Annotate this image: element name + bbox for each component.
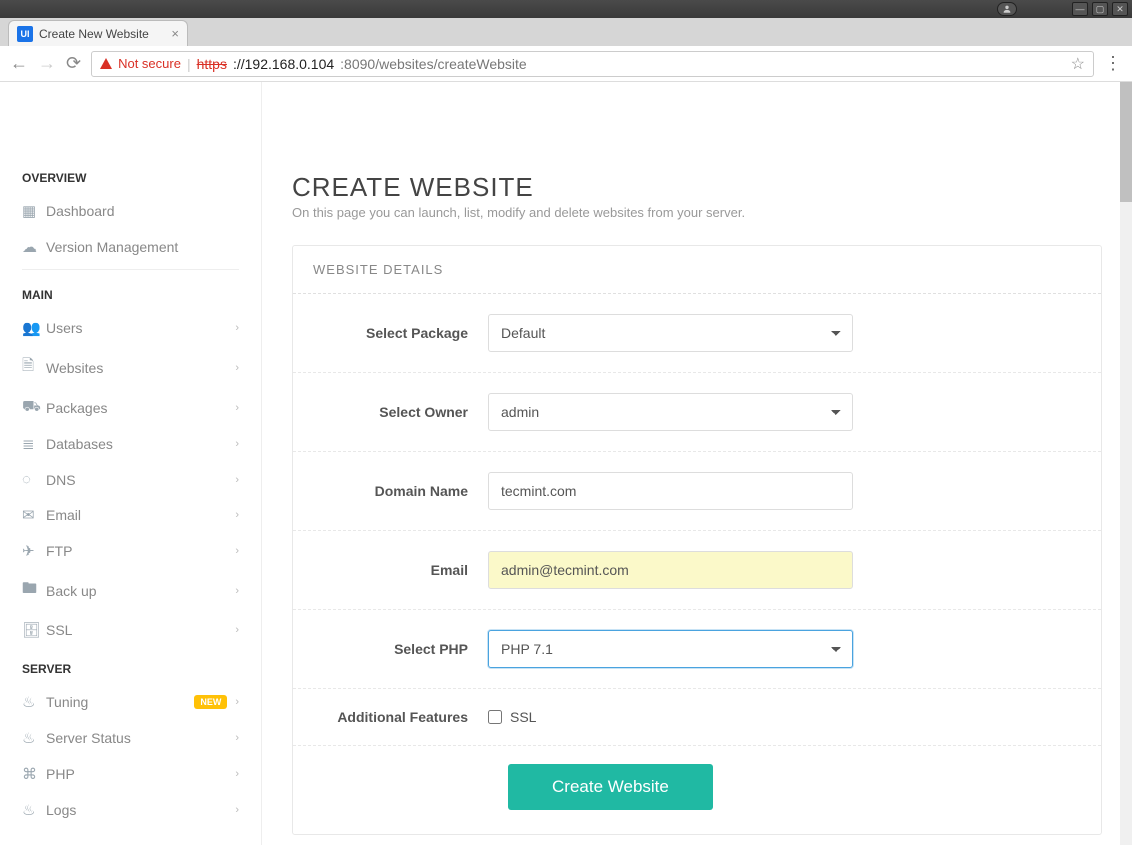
favicon-icon: UI [17,26,33,42]
email-input[interactable] [488,551,853,589]
page-title: CREATE WEBSITE [292,172,1102,203]
tab-close-icon[interactable]: × [171,26,179,41]
database-icon: ≣ [22,435,46,453]
create-website-button[interactable]: Create Website [508,764,713,810]
new-badge: NEW [194,695,227,709]
sidebar-item-ssl[interactable]: 🗄SSL› [0,612,261,648]
php-icon: ⌘ [22,765,46,783]
reload-icon[interactable]: ⟳ [66,53,81,74]
envelope-icon: ✉ [22,506,46,524]
flame-icon: ♨ [22,729,46,747]
chevron-right-icon: › [235,585,239,597]
website-details-card: WEBSITE DETAILS Select Package Default S… [292,245,1102,835]
file-icon: 🗎 [22,355,46,380]
ssl-checkbox[interactable] [488,710,502,724]
chevron-right-icon: › [235,438,239,450]
url-path: :8090/websites/createWebsite [340,56,527,72]
chevron-right-icon: › [235,402,239,414]
box-icon: ⛟ [22,398,46,417]
user-session-icon[interactable] [997,2,1017,16]
plane-icon: ✈ [22,542,46,560]
folder-icon: 🖿 [22,578,46,603]
url-scheme: https [197,56,227,72]
chevron-right-icon: › [235,768,239,780]
forward-icon: → [38,53,56,74]
chevron-right-icon: › [235,624,239,636]
sidebar-item-backup[interactable]: 🖿Back up› [0,569,261,612]
bookmark-star-icon[interactable]: ☆ [1071,54,1085,74]
os-titlebar: — ▢ ✕ [0,0,1132,18]
insecure-warning-icon [100,58,112,69]
card-title: WEBSITE DETAILS [293,246,1101,294]
window-close-icon[interactable]: ✕ [1112,2,1128,16]
label-package: Select Package [313,325,488,341]
back-icon[interactable]: ← [10,53,28,74]
cloud-upload-icon: ☁ [22,238,46,256]
browser-tab[interactable]: UI Create New Website × [8,20,188,46]
browser-tabstrip: UI Create New Website × [0,18,1132,46]
sidebar-item-email[interactable]: ✉Email› [0,497,261,533]
sidebar: OVERVIEW ▦Dashboard ☁Version Management … [0,82,262,845]
sidebar-item-dashboard[interactable]: ▦Dashboard [0,193,261,229]
not-secure-label: Not secure [118,56,181,71]
sidebar-item-dns[interactable]: ◌DNS› [0,462,261,497]
chevron-right-icon: › [235,696,239,708]
select-package[interactable]: Default [488,314,853,352]
sidebar-item-websites[interactable]: 🗎Websites› [0,346,261,389]
chevron-right-icon: › [235,509,239,521]
sidebar-item-databases[interactable]: ≣Databases› [0,426,261,462]
sidebar-item-users[interactable]: 👥Users› [0,310,261,346]
bulb-icon: ◌ [22,471,46,488]
url-host: ://192.168.0.104 [233,56,334,72]
sidebar-section-server: SERVER [0,648,261,684]
label-domain: Domain Name [313,483,488,499]
chevron-right-icon: › [235,322,239,334]
ssl-checkbox-label: SSL [510,709,536,725]
select-php[interactable]: PHP 7.1 [488,630,853,668]
briefcase-icon: 🗄 [22,621,46,639]
sidebar-item-php[interactable]: ⌘PHP› [0,756,261,792]
label-features: Additional Features [313,709,488,725]
sidebar-item-logs[interactable]: ♨Logs› [0,792,261,828]
flame-icon: ♨ [22,801,46,819]
sidebar-section-main: MAIN [0,274,261,310]
label-email: Email [313,562,488,578]
chevron-right-icon: › [235,545,239,557]
browser-toolbar: ← → ⟳ Not secure | https://192.168.0.104… [0,46,1132,82]
chevron-right-icon: › [235,804,239,816]
sidebar-section-overview: OVERVIEW [0,157,261,193]
page-subtitle: On this page you can launch, list, modif… [292,205,1102,220]
sidebar-item-packages[interactable]: ⛟Packages› [0,389,261,426]
scrollbar-thumb[interactable] [1120,82,1132,202]
select-owner[interactable]: admin [488,393,853,431]
users-icon: 👥 [22,319,46,337]
window-maximize-icon[interactable]: ▢ [1092,2,1108,16]
sidebar-item-serverstatus[interactable]: ♨Server Status› [0,720,261,756]
flame-icon: ♨ [22,693,46,711]
domain-input[interactable] [488,472,853,510]
chevron-right-icon: › [235,732,239,744]
label-owner: Select Owner [313,404,488,420]
dashboard-icon: ▦ [22,202,46,220]
main-content: CREATE WEBSITE On this page you can laun… [262,82,1132,845]
chevron-right-icon: › [235,362,239,374]
window-minimize-icon[interactable]: — [1072,2,1088,16]
address-bar[interactable]: Not secure | https://192.168.0.104:8090/… [91,51,1094,77]
chevron-right-icon: › [235,474,239,486]
label-php: Select PHP [313,641,488,657]
browser-menu-icon[interactable]: ⋮ [1104,53,1122,74]
sidebar-item-tuning[interactable]: ♨TuningNEW› [0,684,261,720]
sidebar-item-ftp[interactable]: ✈FTP› [0,533,261,569]
tab-title: Create New Website [39,27,149,41]
sidebar-item-version[interactable]: ☁Version Management [0,229,261,265]
